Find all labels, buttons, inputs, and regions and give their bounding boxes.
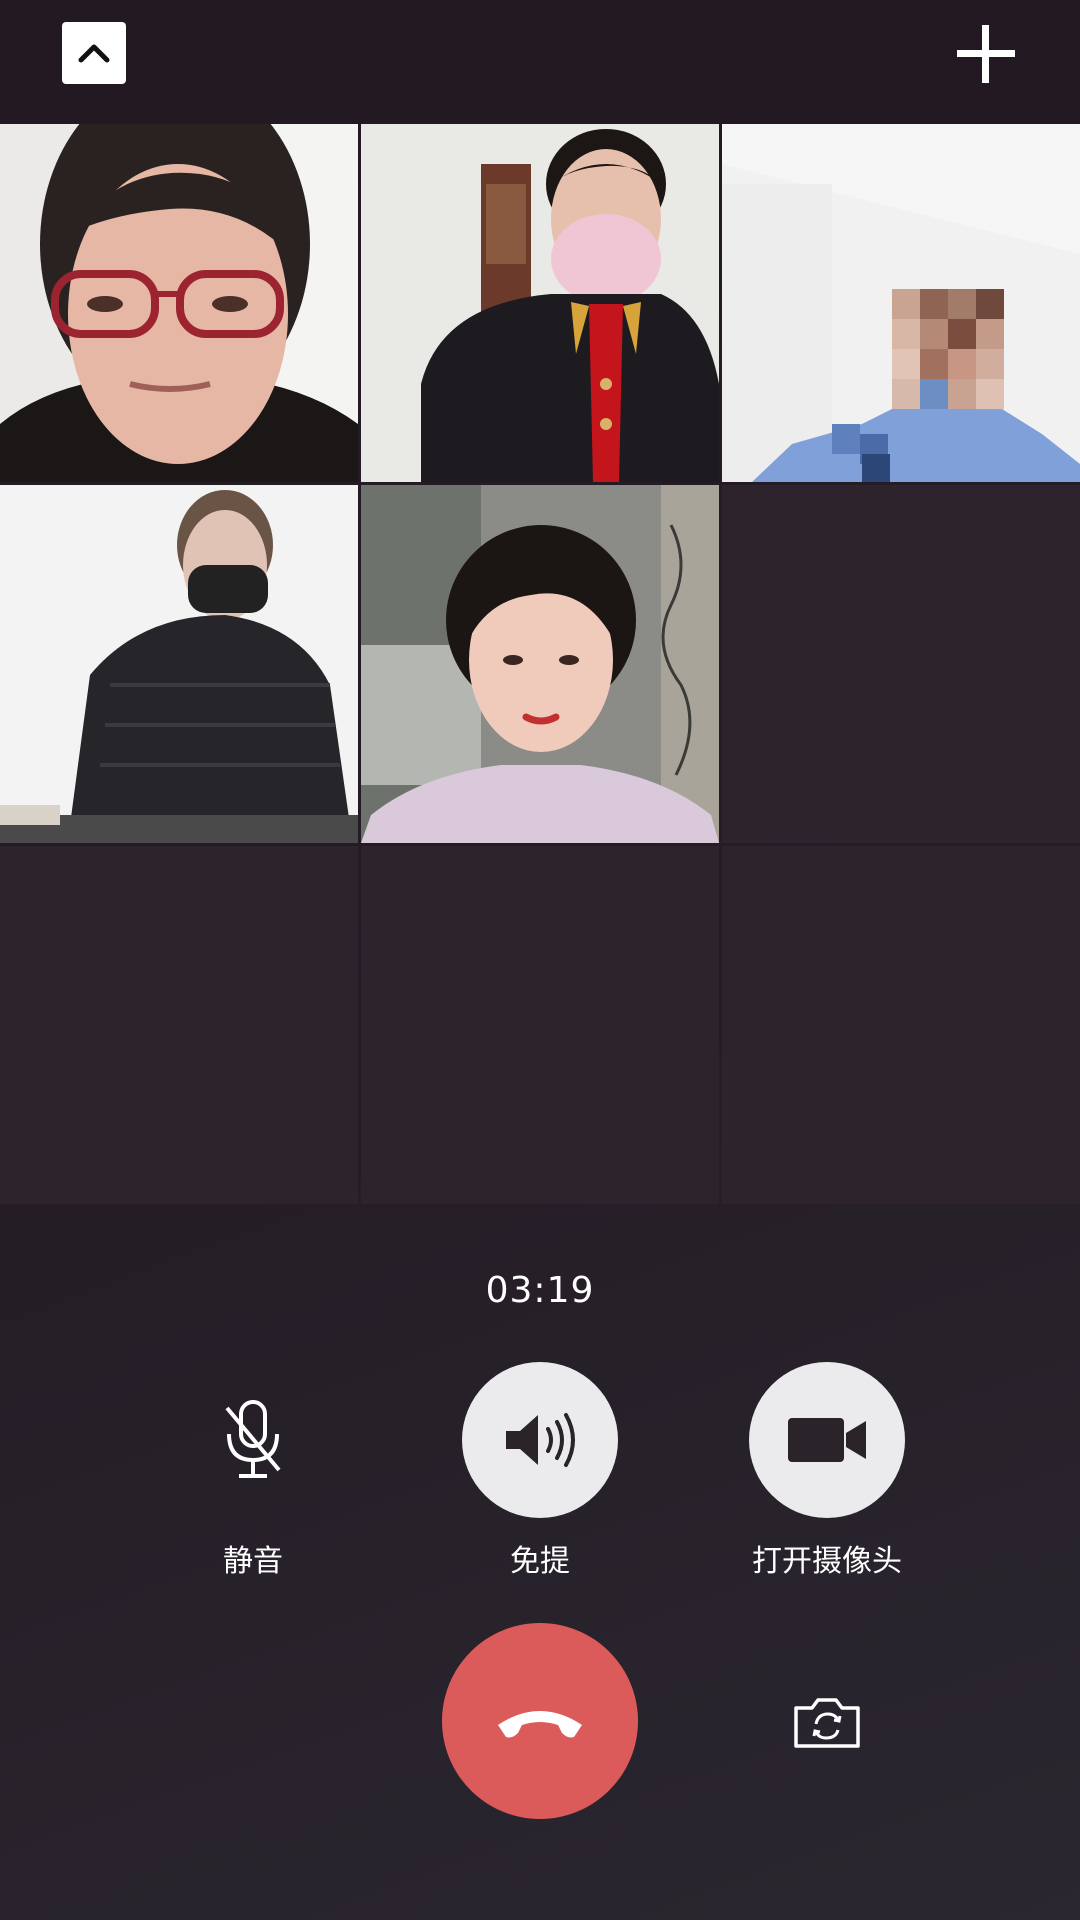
- camera-label: 打开摄像头: [752, 1544, 902, 1579]
- add-participant-button[interactable]: [950, 22, 1022, 86]
- hang-up-button[interactable]: [442, 1623, 638, 1819]
- participant-video-3[interactable]: [722, 124, 1080, 482]
- participant-video-feed: [0, 124, 358, 482]
- participant-video-feed: [722, 124, 1080, 482]
- speaker-control[interactable]: 免提: [430, 1362, 650, 1580]
- participant-video-feed: [361, 124, 719, 482]
- camera-control[interactable]: 打开摄像头: [717, 1362, 937, 1580]
- video-camera-icon: [788, 1418, 866, 1462]
- empty-video-slot: [361, 846, 719, 1204]
- empty-video-slot: [722, 846, 1080, 1204]
- mute-label: 静音: [223, 1544, 283, 1579]
- chevron-up-icon: [78, 44, 110, 63]
- call-timer: 03:19: [485, 1270, 595, 1311]
- mute-control[interactable]: 静音: [143, 1362, 363, 1580]
- switch-camera-button[interactable]: [790, 1692, 864, 1752]
- mute-button[interactable]: [175, 1362, 331, 1518]
- microphone-off-icon: [225, 1400, 281, 1478]
- top-bar: [0, 0, 1080, 124]
- participant-video-grid: [0, 124, 1080, 1204]
- empty-video-slot: [0, 846, 358, 1204]
- speaker-label: 免提: [510, 1544, 570, 1579]
- speaker-icon: [506, 1413, 575, 1467]
- speaker-button[interactable]: [462, 1362, 618, 1518]
- collapse-button[interactable]: [62, 22, 126, 84]
- switch-camera-icon: [794, 1698, 860, 1748]
- hang-up-icon: [498, 1711, 582, 1738]
- participant-video-feed: [361, 485, 719, 843]
- participant-video-5[interactable]: [361, 485, 719, 843]
- participant-video-1[interactable]: [0, 124, 358, 482]
- empty-video-slot: [722, 485, 1080, 843]
- participant-video-2[interactable]: [361, 124, 719, 482]
- participant-video-feed: [0, 485, 358, 843]
- plus-icon: [957, 25, 1015, 83]
- participant-video-4[interactable]: [0, 485, 358, 843]
- camera-button[interactable]: [749, 1362, 905, 1518]
- video-call-screen: 03:19 静音 免提 打开摄像头: [0, 0, 1080, 1920]
